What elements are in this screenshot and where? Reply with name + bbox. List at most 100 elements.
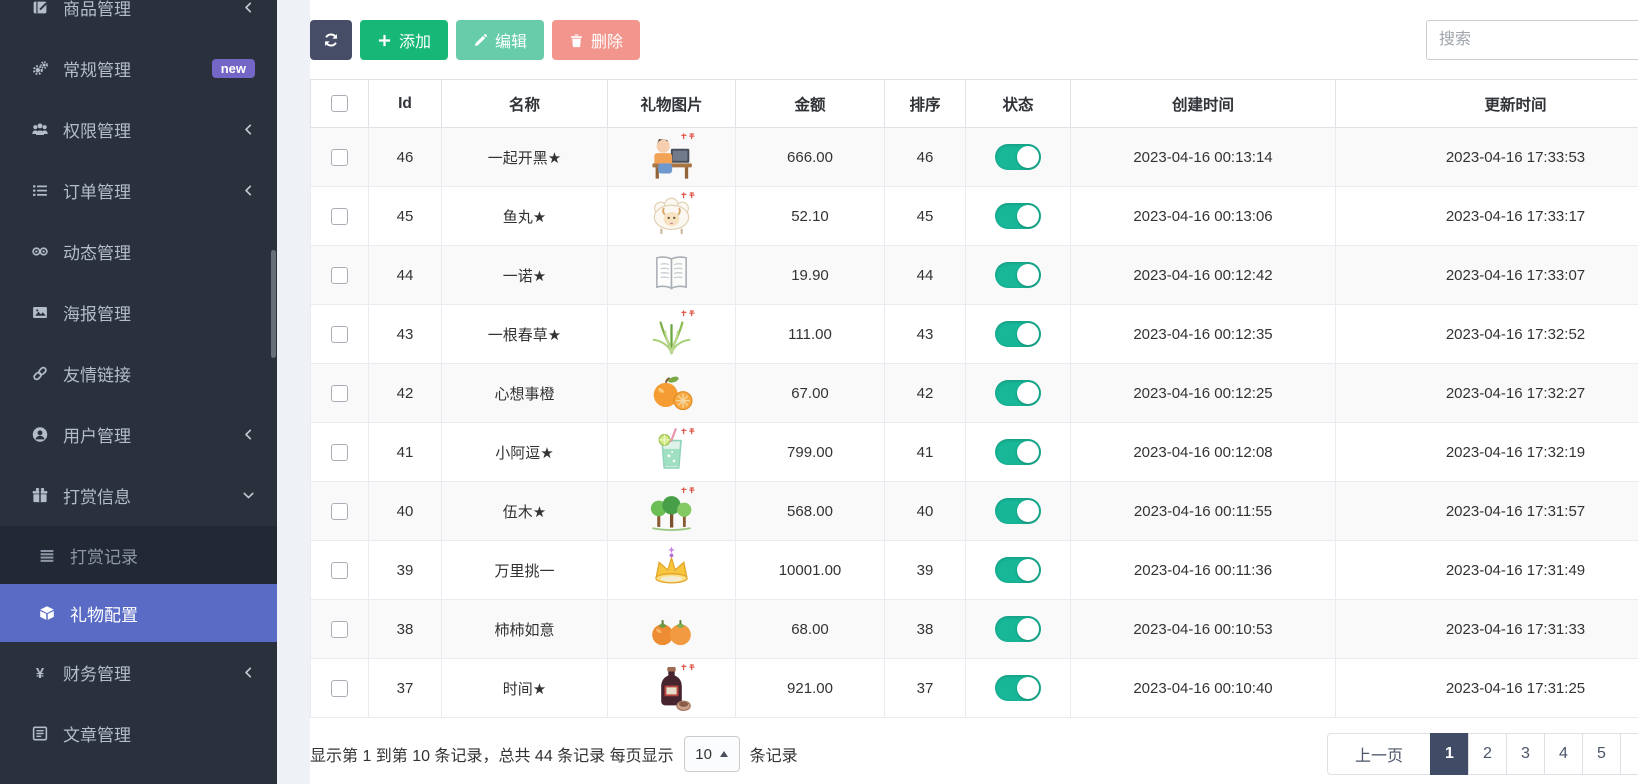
page-size-select[interactable]: 10 — [683, 736, 740, 772]
status-toggle[interactable] — [995, 262, 1041, 288]
cell-name: 时间★ — [441, 658, 608, 718]
row-checkbox[interactable] — [331, 266, 348, 284]
sidebar-item-label: 文章管理 — [63, 726, 131, 745]
sidebar-item-礼物配置[interactable]: 礼物配置 — [0, 584, 277, 642]
page-button-1[interactable]: 1 — [1429, 733, 1469, 775]
table-row: 40 伍木★ 568.00 40 2023-04-16 00:11:55 2023-04-… — [310, 481, 1638, 541]
cell-status — [965, 127, 1071, 187]
gift-icon — [30, 487, 50, 504]
status-toggle[interactable] — [995, 557, 1041, 583]
search-input[interactable] — [1426, 20, 1638, 60]
delete-button[interactable]: 删除 — [552, 20, 641, 60]
sidebar-item-常规管理[interactable]: 常规管理 new — [0, 38, 277, 99]
cell-id: 39 — [368, 540, 442, 600]
status-toggle[interactable] — [995, 380, 1041, 406]
sidebar-item-商品管理[interactable]: 商品管理 — [0, 0, 277, 38]
cell-created: 2023-04-16 00:10:53 — [1070, 599, 1336, 659]
sidebar-item-海报管理[interactable]: 海报管理 — [0, 282, 277, 343]
cell-sort: 37 — [884, 658, 966, 718]
status-toggle[interactable] — [995, 203, 1041, 229]
cell-updated: 2023-04-16 17:33:53 — [1335, 127, 1638, 187]
select-all-checkbox[interactable] — [331, 94, 348, 112]
sidebar-item-用户管理[interactable]: 用户管理 — [0, 404, 277, 465]
sidebar-item-打赏记录[interactable]: 打赏记录 — [0, 526, 277, 584]
status-toggle[interactable] — [995, 439, 1041, 465]
cell-amount: 799.00 — [735, 422, 885, 482]
cell-created: 2023-04-16 00:12:25 — [1070, 363, 1336, 423]
row-checkbox[interactable] — [331, 443, 348, 461]
sidebar-item-label: 礼物配置 — [70, 605, 138, 625]
sidebar-item-友情链接[interactable]: 友情链接 — [0, 343, 277, 404]
status-toggle[interactable] — [995, 616, 1041, 642]
cell-sort: 45 — [884, 186, 966, 246]
toolbar: 添加 编辑 删除 — [310, 20, 1638, 64]
next-page-button[interactable]: 下一页 — [1619, 733, 1638, 775]
status-toggle[interactable] — [995, 144, 1041, 170]
table-row: 42 心想事橙 67.00 42 2023-04-16 00:12:25 2023-04-… — [310, 363, 1638, 423]
column-header-名称: 名称 — [441, 79, 608, 128]
sidebar-item-label: 常规管理 — [63, 61, 131, 80]
row-checkbox[interactable] — [331, 207, 348, 225]
eyes-icon — [30, 243, 50, 260]
cell-gift-image — [607, 363, 736, 423]
sidebar-item-动态管理[interactable]: 动态管理 — [0, 221, 277, 282]
table-row: 38 柿柿如意 68.00 38 2023-04-16 00:10:53 2023-04-… — [310, 599, 1638, 659]
sidebar-item-label: 海报管理 — [63, 305, 131, 324]
page-button-3[interactable]: 3 — [1505, 733, 1545, 775]
table-row: 46 一起开黑★ 666.00 46 2023-04-16 00:13:14 2023-0… — [310, 127, 1638, 187]
sidebar-item-权限管理[interactable]: 权限管理 — [0, 99, 277, 160]
cell-name: 小阿逗★ — [441, 422, 608, 482]
pencil-icon — [473, 33, 488, 48]
status-toggle[interactable] — [995, 675, 1041, 701]
sidebar-item-文章管理[interactable]: 文章管理 — [0, 703, 277, 764]
edit-button[interactable]: 编辑 — [456, 20, 545, 60]
page-button-2[interactable]: 2 — [1467, 733, 1507, 775]
cell-updated: 2023-04-16 17:31:57 — [1335, 481, 1638, 541]
cell-status — [965, 658, 1071, 718]
cell-gift-image — [607, 245, 736, 305]
row-checkbox[interactable] — [331, 384, 348, 402]
sidebar-item-打赏信息[interactable]: 打赏信息 — [0, 465, 277, 526]
cell-amount: 68.00 — [735, 599, 885, 659]
sidebar-item-财务管理[interactable]: ¥ 财务管理 — [0, 642, 277, 703]
gift-image-grass — [609, 306, 734, 362]
refresh-button[interactable] — [310, 20, 352, 60]
cell-updated: 2023-04-16 17:33:07 — [1335, 245, 1638, 305]
cell-id: 46 — [368, 127, 442, 187]
cell-sort: 44 — [884, 245, 966, 305]
new-badge: new — [211, 59, 255, 78]
main-content: 添加 编辑 删除 Id名称礼物图片金额排序状态创建时间更新时间 — [310, 0, 1638, 784]
row-checkbox[interactable] — [331, 502, 348, 520]
cell-gift-image — [607, 186, 736, 246]
pagination-summary-suffix: 条记录 — [749, 748, 798, 765]
gift-image-crown — [609, 542, 734, 598]
page-button-4[interactable]: 4 — [1543, 733, 1583, 775]
add-button[interactable]: 添加 — [360, 20, 449, 60]
cell-status — [965, 481, 1071, 541]
prev-page-button[interactable]: 上一页 — [1326, 733, 1431, 775]
page-button-5[interactable]: 5 — [1581, 733, 1621, 775]
cell-amount: 52.10 — [735, 186, 885, 246]
cell-amount: 111.00 — [735, 304, 885, 364]
cell-name: 万里挑一 — [441, 540, 608, 600]
sidebar-scrollbar[interactable] — [271, 250, 276, 358]
row-checkbox[interactable] — [331, 325, 348, 343]
row-checkbox[interactable] — [331, 679, 348, 697]
cell-select — [310, 245, 369, 305]
chevron-left-icon — [242, 428, 255, 441]
cell-amount: 19.90 — [735, 245, 885, 305]
list-icon — [30, 182, 50, 199]
book-icon — [30, 0, 50, 16]
status-toggle[interactable] — [995, 321, 1041, 347]
status-toggle[interactable] — [995, 498, 1041, 524]
cell-name: 伍木★ — [441, 481, 608, 541]
cell-sort: 39 — [884, 540, 966, 600]
cell-status — [965, 422, 1071, 482]
caret-up-icon — [719, 751, 728, 757]
row-checkbox[interactable] — [331, 620, 348, 638]
cell-name: 一根春草★ — [441, 304, 608, 364]
sidebar-menu: 商品管理常规管理 new 权限管理 订单管理 动态管理海报管理友情链接 用户管理 打赏信息打… — [0, 0, 277, 764]
sidebar-item-订单管理[interactable]: 订单管理 — [0, 160, 277, 221]
row-checkbox[interactable] — [331, 148, 348, 166]
row-checkbox[interactable] — [331, 561, 348, 579]
